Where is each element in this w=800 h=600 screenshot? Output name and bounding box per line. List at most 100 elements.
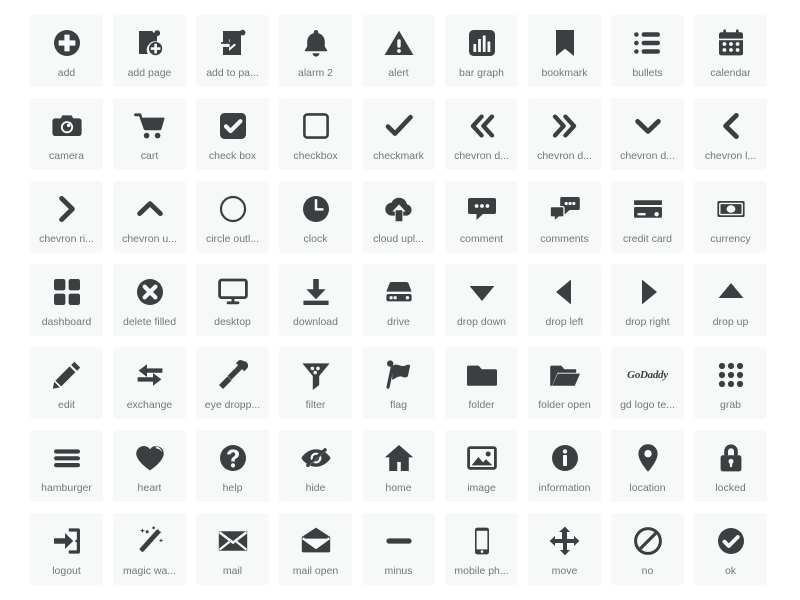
icon-cell-calendar[interactable]: calendar (694, 15, 767, 87)
icon-cell-drop-right[interactable]: drop right (611, 264, 684, 336)
icon-cell-grab[interactable]: grab (694, 347, 767, 419)
icon-label: alert (388, 67, 409, 79)
icon-cell-minus[interactable]: minus (362, 513, 435, 585)
icon-cell-chevron-up[interactable]: chevron u... (113, 181, 186, 253)
icon-cell-cloud-upload[interactable]: cloud upl... (362, 181, 435, 253)
icon-cell-circle-outline[interactable]: circle outl... (196, 181, 269, 253)
desktop-monitor-icon (215, 274, 251, 310)
icon-cell-gd-logo-text[interactable]: GoDaddy gd logo te... (611, 347, 684, 419)
icon-cell-currency[interactable]: currency (694, 181, 767, 253)
icon-cell-checkbox[interactable]: checkbox (279, 98, 352, 170)
icon-cell-no[interactable]: no (611, 513, 684, 585)
icon-cell-chevron-double-left[interactable]: chevron d... (445, 98, 518, 170)
icon-cell-drop-down[interactable]: drop down (445, 264, 518, 336)
icon-cell-chevron-left[interactable]: chevron l... (694, 98, 767, 170)
icon-cell-edit[interactable]: edit (30, 347, 103, 419)
icon-cell-bar-graph[interactable]: bar graph (445, 15, 518, 87)
icon-label: chevron d... (620, 150, 675, 162)
icon-cell-drive[interactable]: drive (362, 264, 435, 336)
icon-cell-heart[interactable]: heart (113, 430, 186, 502)
icon-cell-mobile-phone[interactable]: mobile ph... (445, 513, 518, 585)
icon-cell-mail-open[interactable]: mail open (279, 513, 352, 585)
triangle-down-icon (464, 274, 500, 310)
icon-cell-hamburger[interactable]: hamburger (30, 430, 103, 502)
icon-cell-add[interactable]: add (30, 15, 103, 87)
icon-cell-chevron-down[interactable]: chevron d... (611, 98, 684, 170)
folder-open-icon (547, 357, 583, 393)
eye-slash-icon (298, 440, 334, 476)
chevron-double-right-icon (547, 108, 583, 144)
icon-cell-alarm-2[interactable]: alarm 2 (279, 15, 352, 87)
icon-cell-add-page[interactable]: add page (113, 15, 186, 87)
icon-cell-location[interactable]: location (611, 430, 684, 502)
icon-cell-drop-up[interactable]: drop up (694, 264, 767, 336)
icon-cell-delete-filled[interactable]: delete filled (113, 264, 186, 336)
icon-label: hamburger (41, 482, 92, 494)
logout-icon (49, 523, 85, 559)
ok-check-circle-icon (713, 523, 749, 559)
icon-label: download (293, 316, 338, 328)
icon-cell-chevron-double-right[interactable]: chevron d... (528, 98, 601, 170)
icon-cell-chevron-right[interactable]: chevron ri... (30, 181, 103, 253)
icon-label: mobile ph... (454, 565, 509, 577)
icon-cell-desktop[interactable]: desktop (196, 264, 269, 336)
icon-label: add (57, 67, 76, 79)
icon-cell-eye-dropper[interactable]: eye dropp... (196, 347, 269, 419)
icon-label: circle outl... (205, 233, 260, 245)
icon-cell-drop-left[interactable]: drop left (528, 264, 601, 336)
magic-wand-icon (132, 523, 168, 559)
camera-icon (49, 108, 85, 144)
icon-cell-download[interactable]: download (279, 264, 352, 336)
icon-label: exchange (126, 399, 173, 411)
icon-cell-alert[interactable]: alert (362, 15, 435, 87)
icon-label: chevron d... (537, 150, 592, 162)
icon-cell-bookmark[interactable]: bookmark (528, 15, 601, 87)
icon-cell-mail[interactable]: mail (196, 513, 269, 585)
icon-cell-folder[interactable]: folder (445, 347, 518, 419)
icon-cell-cart[interactable]: cart (113, 98, 186, 170)
mail-envelope-icon (215, 523, 251, 559)
icon-label: add to pa... (206, 67, 259, 79)
icon-label: comment (459, 233, 504, 245)
icon-cell-move[interactable]: move (528, 513, 601, 585)
home-icon (381, 440, 417, 476)
bookmark-icon (547, 25, 583, 61)
icon-cell-camera[interactable]: camera (30, 98, 103, 170)
chevron-down-icon (630, 108, 666, 144)
icon-cell-flag[interactable]: flag (362, 347, 435, 419)
icon-cell-home[interactable]: home (362, 430, 435, 502)
icon-cell-comment[interactable]: comment (445, 181, 518, 253)
triangle-up-icon (713, 274, 749, 310)
icon-cell-credit-card[interactable]: credit card (611, 181, 684, 253)
icon-label: edit (58, 399, 75, 411)
icon-cell-dashboard[interactable]: dashboard (30, 264, 103, 336)
checkmark-icon (381, 108, 417, 144)
chevron-left-icon (713, 108, 749, 144)
icon-cell-check-box[interactable]: check box (196, 98, 269, 170)
icon-cell-locked[interactable]: locked (694, 430, 767, 502)
icon-cell-clock[interactable]: clock (279, 181, 352, 253)
add-page-icon (132, 25, 168, 61)
icon-cell-comments[interactable]: comments (528, 181, 601, 253)
icon-cell-magic-wand[interactable]: magic wa... (113, 513, 186, 585)
icon-cell-information[interactable]: information (528, 430, 601, 502)
heart-icon (132, 440, 168, 476)
icon-cell-checkmark[interactable]: checkmark (362, 98, 435, 170)
icon-cell-image[interactable]: image (445, 430, 518, 502)
icon-cell-ok[interactable]: ok (694, 513, 767, 585)
icon-cell-hide[interactable]: hide (279, 430, 352, 502)
icon-label: cloud upl... (373, 233, 424, 245)
icon-cell-folder-open[interactable]: folder open (528, 347, 601, 419)
icon-cell-filter[interactable]: filter (279, 347, 352, 419)
icon-cell-help[interactable]: help (196, 430, 269, 502)
icon-cell-exchange[interactable]: exchange (113, 347, 186, 419)
icon-label: bullets (632, 67, 663, 79)
icon-cell-logout[interactable]: logout (30, 513, 103, 585)
icon-label: no (641, 565, 654, 577)
icon-cell-bullets[interactable]: bullets (611, 15, 684, 87)
icon-cell-add-to-page[interactable]: add to pa... (196, 15, 269, 87)
icon-label: filter (305, 399, 326, 411)
bullet-list-icon (630, 25, 666, 61)
location-pin-icon (630, 440, 666, 476)
icon-label: flag (390, 399, 407, 411)
